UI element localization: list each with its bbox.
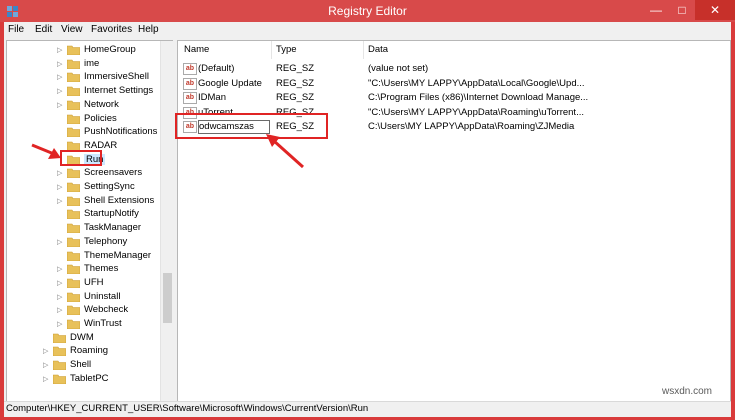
annotation-arrows [31, 134, 305, 169]
arrow-to-value-icon [266, 134, 305, 169]
watermark: wsxdn.com [662, 386, 713, 397]
arrow-to-run-key-icon [31, 143, 61, 159]
